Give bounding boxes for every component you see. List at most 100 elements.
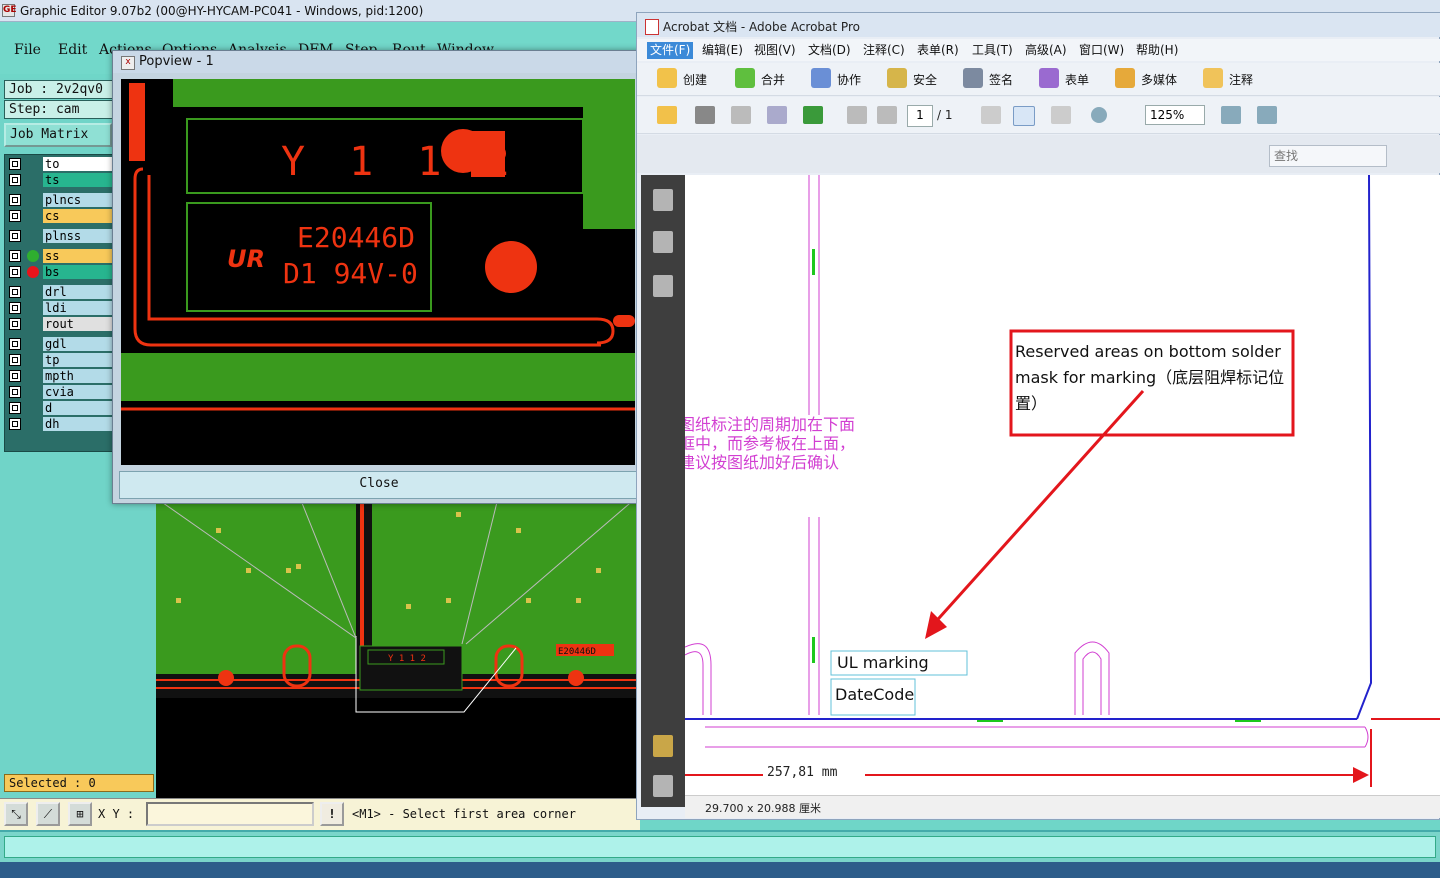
layer-name[interactable]: drl — [43, 285, 115, 299]
layer-name[interactable]: to — [43, 157, 115, 171]
zoom-out-icon[interactable] — [1091, 107, 1107, 123]
pdf-document[interactable]: Reserved areas on bottom solder mask for… — [685, 175, 1440, 795]
layer-checkbox[interactable] — [9, 402, 21, 414]
pages-icon[interactable] — [653, 189, 673, 211]
warning-icon[interactable]: ! — [320, 802, 344, 826]
menu-view-cn[interactable]: 视图(V) — [751, 42, 799, 59]
zoom-select[interactable]: 125% — [1145, 105, 1205, 125]
next-page-icon[interactable] — [877, 106, 897, 124]
command-line[interactable] — [4, 836, 1436, 858]
create-button[interactable]: 创建 — [683, 71, 707, 88]
popview-canvas[interactable]: Y 1 1 2 E20446D D1 94V-0 UR — [121, 79, 635, 465]
bookmarks-icon[interactable] — [653, 231, 673, 253]
menu-help-cn[interactable]: 帮助(H) — [1133, 42, 1181, 59]
layer-checkbox[interactable] — [9, 418, 21, 430]
comments-icon[interactable] — [653, 735, 673, 757]
layer-row[interactable]: ts — [7, 173, 115, 187]
layer-name[interactable]: dh — [43, 417, 115, 431]
hand-tool-icon[interactable] — [1013, 106, 1035, 126]
grid-tool-icon[interactable]: ⊞ — [68, 802, 92, 826]
marquee-zoom-icon[interactable] — [1051, 106, 1071, 124]
layer-checkbox[interactable] — [9, 338, 21, 350]
combine-button[interactable]: 合并 — [761, 71, 785, 88]
layer-checkbox[interactable] — [9, 286, 21, 298]
zoom-area-tool-icon[interactable]: ⤡ — [4, 802, 28, 826]
layer-name[interactable]: plnss — [43, 229, 115, 243]
select-text-icon[interactable] — [981, 106, 1001, 124]
layer-row[interactable]: gdl — [7, 337, 115, 351]
layer-name[interactable]: cs — [43, 209, 115, 223]
layer-checkbox[interactable] — [9, 230, 21, 242]
popview-titlebar[interactable]: x Popview - 1 — [113, 51, 641, 73]
measure-tool-icon[interactable]: ⟋ — [36, 802, 60, 826]
comment-button[interactable]: 注释 — [1229, 71, 1253, 88]
layer-row[interactable]: plnss — [7, 229, 115, 243]
layer-name[interactable]: bs — [43, 265, 115, 279]
menu-advanced-cn[interactable]: 高级(A) — [1022, 42, 1070, 59]
layer-row[interactable]: tp — [7, 353, 115, 367]
menu-edit[interactable]: Edit — [58, 42, 87, 58]
layer-checkbox[interactable] — [9, 302, 21, 314]
menu-tools-cn[interactable]: 工具(T) — [969, 42, 1016, 59]
layer-row[interactable]: ldi — [7, 301, 115, 315]
sign-button[interactable]: 签名 — [989, 71, 1013, 88]
save-icon[interactable] — [731, 106, 751, 124]
fit-page-icon[interactable] — [1257, 106, 1277, 124]
menu-file-cn[interactable]: 文件(F) — [647, 42, 694, 59]
layer-checkbox[interactable] — [9, 318, 21, 330]
layer-name[interactable]: gdl — [43, 337, 115, 351]
layer-row[interactable]: drl — [7, 285, 115, 299]
page-number-input[interactable]: 1 — [907, 105, 933, 127]
layer-name[interactable]: tp — [43, 353, 115, 367]
ge-canvas[interactable]: Y 1 1 2 E20446D — [156, 498, 636, 798]
layer-row[interactable]: d — [7, 401, 115, 415]
layer-name[interactable]: ts — [43, 173, 115, 187]
layer-checkbox[interactable] — [9, 194, 21, 206]
layer-checkbox[interactable] — [9, 370, 21, 382]
attachments-icon[interactable] — [653, 775, 673, 797]
forms-button[interactable]: 表单 — [1065, 71, 1089, 88]
menu-forms-cn[interactable]: 表单(R) — [914, 42, 962, 59]
menu-comments-cn[interactable]: 注释(C) — [860, 42, 908, 59]
collaborate-button[interactable]: 协作 — [837, 71, 861, 88]
layer-checkbox[interactable] — [9, 386, 21, 398]
print-icon[interactable] — [695, 106, 715, 124]
menu-edit-cn[interactable]: 编辑(E) — [699, 42, 746, 59]
acrobat-titlebar[interactable]: Acrobat 文档 - Adobe Acrobat Pro — [637, 13, 1440, 37]
layer-name[interactable]: cvia — [43, 385, 115, 399]
fit-width-icon[interactable] — [1221, 106, 1241, 124]
layer-checkbox[interactable] — [9, 266, 21, 278]
layer-name[interactable]: mpth — [43, 369, 115, 383]
open-folder-icon[interactable] — [657, 106, 677, 124]
multimedia-button[interactable]: 多媒体 — [1141, 71, 1177, 88]
upload-icon[interactable] — [803, 106, 823, 124]
search-input[interactable] — [1269, 145, 1387, 167]
layer-checkbox[interactable] — [9, 250, 21, 262]
menu-window-cn[interactable]: 窗口(W) — [1076, 42, 1127, 59]
layer-checkbox[interactable] — [9, 174, 21, 186]
layer-row[interactable]: plncs — [7, 193, 115, 207]
layer-row[interactable]: cs — [7, 209, 115, 223]
layer-checkbox[interactable] — [9, 158, 21, 170]
layer-row[interactable]: dh — [7, 417, 115, 431]
layer-row[interactable]: cvia — [7, 385, 115, 399]
xy-input[interactable] — [146, 802, 314, 826]
email-icon[interactable] — [767, 106, 787, 124]
layer-checkbox[interactable] — [9, 354, 21, 366]
layer-row[interactable]: rout — [7, 317, 115, 331]
layer-checkbox[interactable] — [9, 210, 21, 222]
layer-row[interactable]: ss — [7, 249, 115, 263]
layer-name[interactable]: ldi — [43, 301, 115, 315]
layer-row[interactable]: mpth — [7, 369, 115, 383]
menu-document-cn[interactable]: 文档(D) — [805, 42, 854, 59]
secure-button[interactable]: 安全 — [913, 71, 937, 88]
close-button[interactable]: Close — [119, 471, 639, 499]
layer-row[interactable]: to — [7, 157, 115, 171]
layer-name[interactable]: ss — [43, 249, 115, 263]
menu-file[interactable]: File — [14, 42, 41, 58]
layer-row[interactable]: bs — [7, 265, 115, 279]
job-matrix-button[interactable]: Job Matrix — [4, 123, 112, 147]
previous-page-icon[interactable] — [847, 106, 867, 124]
signatures-icon[interactable] — [653, 275, 673, 297]
layer-name[interactable]: rout — [43, 317, 115, 331]
